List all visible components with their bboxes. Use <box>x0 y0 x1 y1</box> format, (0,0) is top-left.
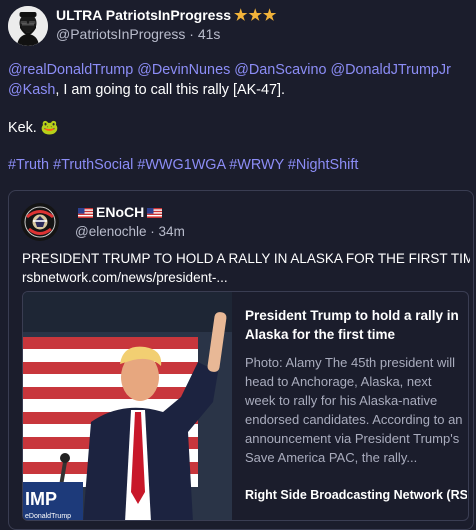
link-preview-title[interactable]: President Trump to hold a rally in Alask… <box>245 306 465 344</box>
author-handle-line: @PatriotsInProgress · 41s <box>56 26 220 42</box>
hashtag-link[interactable]: #WWG1WGA <box>137 157 225 173</box>
quoted-headline: PRESIDENT TRUMP TO HOLD A RALLY IN ALASK… <box>22 251 470 266</box>
quoted-post[interactable]: ENoCH @elenochle · 34m PRESIDENT TRUMP T… <box>8 190 474 530</box>
author-display-name[interactable]: ULTRA PatriotsInProgress <box>56 7 231 23</box>
hashtag-link[interactable]: #WRWY <box>229 157 284 173</box>
quoted-time[interactable]: 34m <box>159 224 185 239</box>
frog-emoji-icon: 🐸 <box>40 120 59 136</box>
post-time[interactable]: 41s <box>198 26 221 42</box>
link-preview-card[interactable]: IMP eDonaldTrump President Trump to hold… <box>22 291 469 521</box>
author-name-line[interactable]: ULTRA PatriotsInProgress ★★★ <box>56 6 277 24</box>
quoted-author-name[interactable]: ENoCH <box>96 204 144 220</box>
podium-subtext: eDonaldTrump <box>25 513 71 520</box>
bearded-man-sunglasses-icon[interactable] <box>8 6 48 46</box>
post-text-kek: Kek. <box>8 120 37 136</box>
post-paragraph-mentions: @realDonaldTrump @DevinNunes @DanScavino… <box>8 60 468 100</box>
us-flag-icon <box>78 208 93 218</box>
link-preview-source: Right Side Broadcasting Network (RS <box>245 488 467 502</box>
author-handle[interactable]: @PatriotsInProgress <box>56 26 185 42</box>
link-preview-info: President Trump to hold a rally in Alask… <box>245 306 465 467</box>
quoted-author-name-line[interactable]: ENoCH <box>75 204 165 220</box>
american-revolution-logo-icon[interactable] <box>21 203 59 241</box>
separator-dot: · <box>189 26 194 42</box>
mention-link[interactable]: @Kash <box>8 82 55 98</box>
link-preview-description: Photo: Alamy The 45th president will hea… <box>245 355 463 465</box>
mention-link[interactable]: @DevinNunes <box>137 62 230 78</box>
hashtag-link[interactable]: #TruthSocial <box>53 157 133 173</box>
podium-text: IMP <box>25 489 57 509</box>
quoted-link[interactable]: rsbnetwork.com/news/president-... <box>22 268 470 287</box>
mention-link[interactable]: @realDonaldTrump <box>8 62 133 78</box>
mention-link[interactable]: @DanScavino <box>234 62 326 78</box>
post-card: ULTRA PatriotsInProgress ★★★ @PatriotsInP… <box>0 0 476 530</box>
hashtag-link[interactable]: #Truth <box>8 157 49 173</box>
post-paragraph-hashtags: #Truth #TruthSocial #WWG1WGA #WRWY #Nigh… <box>8 155 468 175</box>
quoted-text: PRESIDENT TRUMP TO HOLD A RALLY IN ALASK… <box>22 249 470 287</box>
link-preview-image[interactable]: IMP eDonaldTrump <box>23 292 232 520</box>
post-text: , I am going to call this rally [AK-47]. <box>55 82 285 98</box>
hashtag-link[interactable]: #NightShift <box>288 157 358 173</box>
post-paragraph-kek: Kek. 🐸 <box>8 118 468 138</box>
star-badge-icon: ★★★ <box>234 7 278 24</box>
quoted-handle[interactable]: @elenochle <box>75 224 147 239</box>
mention-link[interactable]: @DonaldJTrumpJr <box>330 62 450 78</box>
separator-dot: · <box>150 224 155 239</box>
quoted-handle-line: @elenochle · 34m <box>75 224 185 239</box>
us-flag-icon <box>147 208 163 218</box>
